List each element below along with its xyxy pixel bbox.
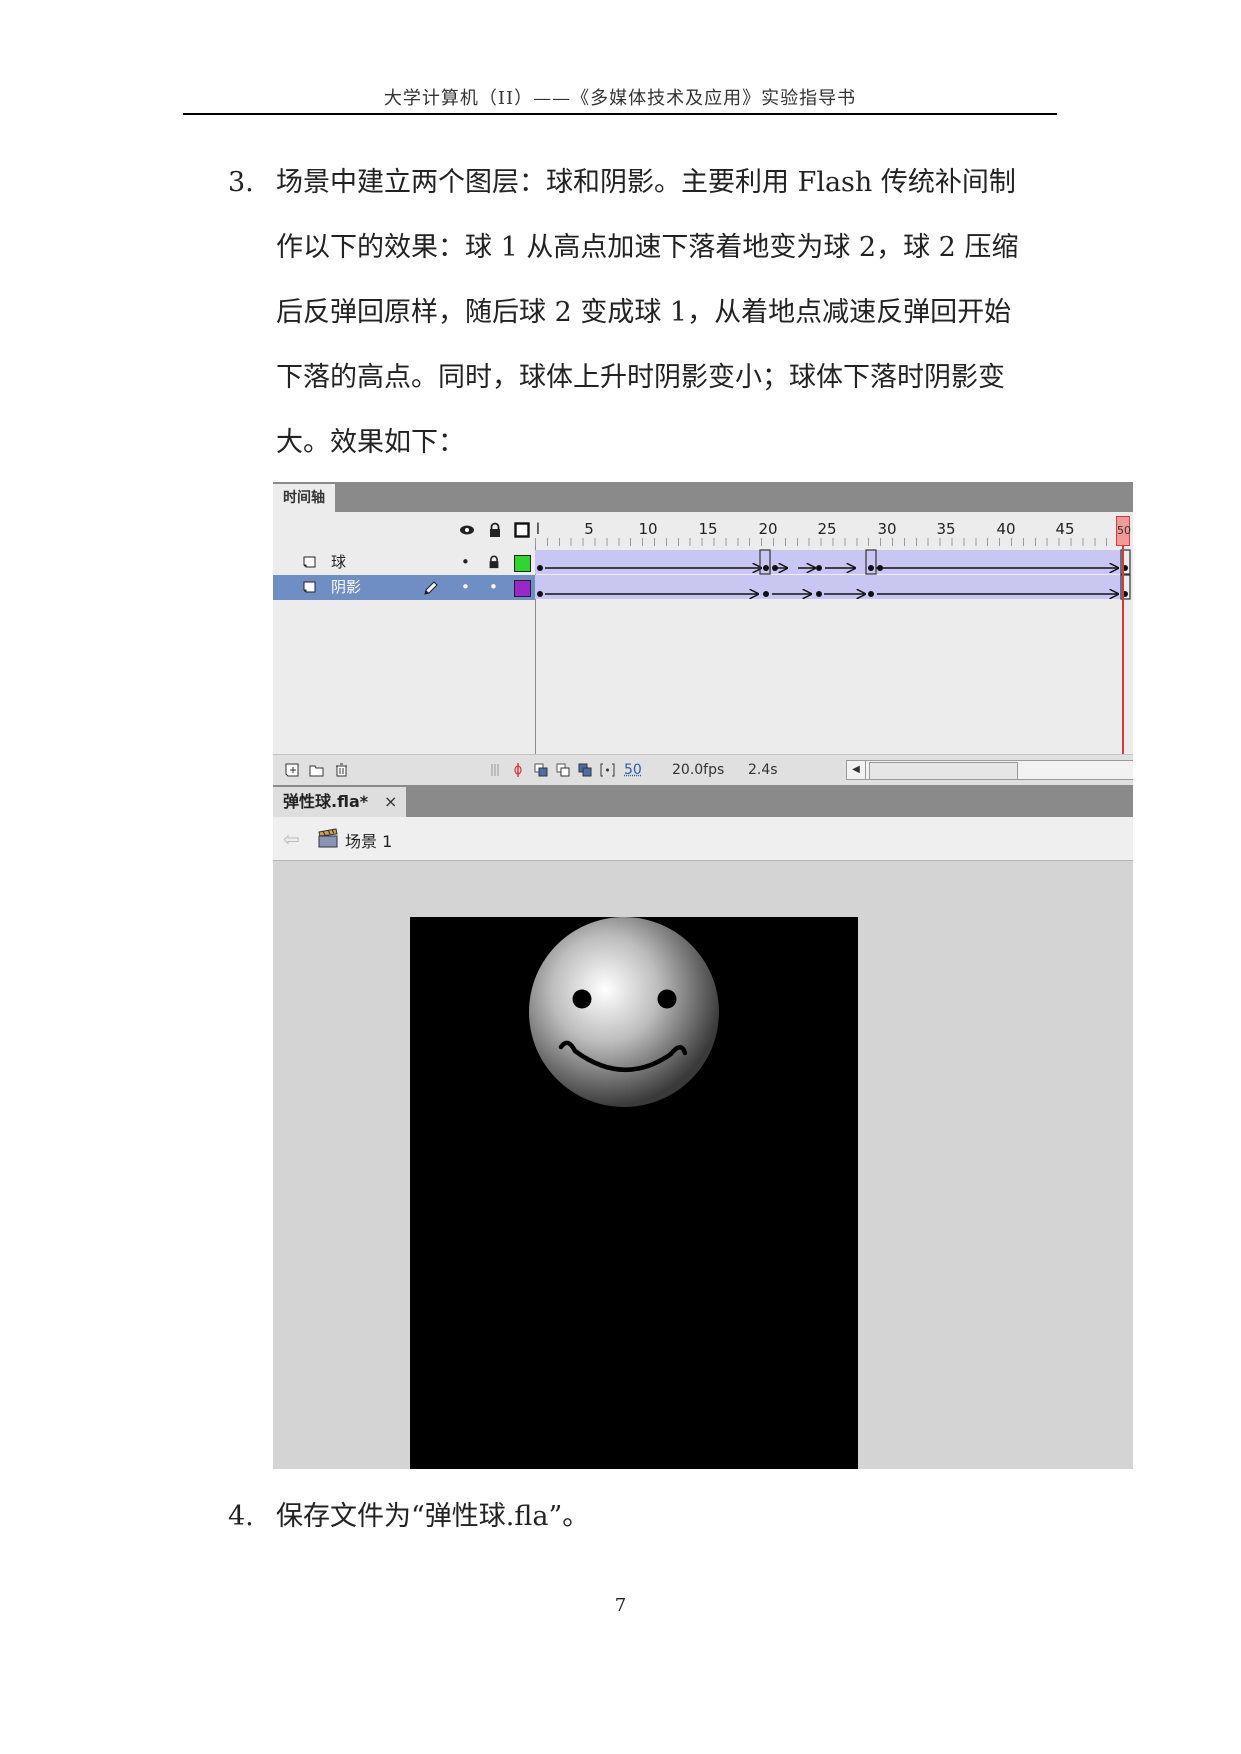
ruler-label: l: [535, 520, 541, 538]
smiley-ball[interactable]: [410, 917, 858, 1469]
frame-tweens: [535, 549, 1131, 600]
playhead-handle[interactable]: 50: [1116, 516, 1131, 546]
layer-color-swatch[interactable]: [514, 580, 531, 597]
item-text: 场景中建立两个图层：球和阴影。主要利用 Flash 传统补间制 作以下的效果：球…: [276, 150, 1056, 475]
text-line: 大。效果如下：: [276, 427, 465, 458]
back-arrow-icon[interactable]: ⇦: [283, 827, 300, 851]
scroll-left-arrow-icon[interactable]: ◀: [847, 761, 866, 779]
ruler-label: 20: [758, 520, 778, 538]
keyframe: [877, 565, 883, 571]
elapsed-time-readout[interactable]: 2.4s: [748, 762, 778, 778]
layer-row-ball[interactable]: 球 •: [273, 550, 535, 575]
tween-span: [535, 550, 1123, 574]
layer-row-shadow[interactable]: 阴影 • •: [273, 575, 535, 600]
keyframe: [772, 565, 778, 571]
tween-span: [535, 575, 1123, 599]
ball-body: [529, 917, 719, 1107]
item-text: 保存文件为“弹性球.fla”。: [276, 1484, 1056, 1549]
onion-skin-outlines-icon[interactable]: [556, 763, 571, 777]
lock-icon[interactable]: [487, 522, 503, 538]
keyframe: [816, 591, 822, 597]
keyframe: [763, 591, 769, 597]
fps-unit: fps: [703, 762, 725, 778]
timeline-footer: 50 20.0fps 2.4s ◀: [273, 754, 1133, 786]
ruler-label: 15: [698, 520, 718, 538]
scroll-thumb[interactable]: [869, 762, 1018, 780]
pencil-icon: [424, 581, 438, 595]
timeline-scrollbar[interactable]: ◀: [846, 760, 1133, 780]
lock-dot[interactable]: •: [489, 575, 498, 600]
new-folder-icon[interactable]: [309, 763, 324, 777]
eye-icon[interactable]: [459, 522, 475, 538]
visibility-dot[interactable]: •: [461, 550, 470, 575]
close-icon[interactable]: ×: [384, 787, 397, 817]
keyframe: [763, 565, 769, 571]
current-frame-readout[interactable]: 50: [624, 762, 642, 778]
text-line: 场景中建立两个图层：球和阴影。主要利用 Flash 传统补间制: [276, 167, 1016, 198]
ruler-label: 45: [1055, 520, 1075, 538]
frame-ruler[interactable]: [535, 538, 1115, 546]
stage[interactable]: [410, 917, 858, 1469]
new-layer-icon[interactable]: [285, 763, 300, 777]
ruler-label: 5: [584, 520, 594, 538]
frame-rate-readout[interactable]: 20.0fps: [672, 762, 724, 778]
text-line: 作以下的效果：球 1 从高点加速下落着地变为球 2，球 2 压缩: [276, 232, 1019, 263]
document-tab-label: 弹性球.fla*: [283, 792, 369, 811]
keyframe: [816, 565, 822, 571]
stage-area: [273, 861, 1133, 1469]
panel-resize-grip-icon[interactable]: [490, 763, 500, 777]
lock-icon[interactable]: [487, 555, 501, 569]
modify-onion-markers-icon[interactable]: [600, 763, 615, 777]
header-rule: [183, 113, 1057, 115]
trash-icon[interactable]: [334, 763, 349, 777]
elapsed-unit: s: [770, 762, 778, 778]
keyframe: [868, 591, 874, 597]
timeline-panel: 时间轴 l 5 10 15 20 25 30 35 40 45 50 球 • 阴…: [273, 482, 1133, 786]
left-eye: [572, 989, 592, 1009]
onion-skin-icon[interactable]: [534, 763, 549, 777]
layer-icon: [303, 581, 316, 593]
document-tab[interactable]: 弹性球.fla* ×: [273, 787, 406, 817]
fps-value[interactable]: 20.0: [672, 762, 703, 778]
layer-color-swatch[interactable]: [514, 555, 531, 572]
text-line: 保存文件为“弹性球.fla”。: [276, 1501, 590, 1532]
keyframe: [537, 591, 543, 597]
keyframe: [868, 565, 874, 571]
ruler-label: 25: [817, 520, 837, 538]
keyframe: [537, 565, 543, 571]
breadcrumb: ⇦ 场景 1: [273, 817, 1133, 861]
page-header: 大学计算机（II）——《多媒体技术及应用》实验指导书: [383, 88, 857, 109]
scene-clapper-icon: [318, 828, 338, 848]
text-line: 后反弹回原样，随后球 2 变成球 1，从着地点减速反弹回开始: [276, 297, 1012, 328]
scene-label[interactable]: 场景 1: [345, 828, 392, 852]
flash-screenshot: 时间轴 l 5 10 15 20 25 30 35 40 45 50 球 • 阴…: [273, 482, 1133, 1469]
ruler-label: 30: [877, 520, 897, 538]
layer-name: 阴影: [331, 578, 362, 596]
page-number: 7: [614, 1595, 627, 1616]
layer-name: 球: [331, 553, 347, 571]
playhead-line: [1122, 546, 1124, 754]
visibility-dot[interactable]: •: [461, 575, 470, 600]
document-tabbar: 弹性球.fla* ×: [273, 785, 1133, 817]
timeline-tabbar: 时间轴: [273, 482, 1133, 512]
layer-list: 球 • 阴影 • •: [273, 546, 535, 754]
center-frame-icon[interactable]: [513, 763, 523, 777]
ruler-label: 10: [638, 520, 658, 538]
item-number: 4.: [228, 1501, 254, 1532]
outline-icon[interactable]: [514, 522, 530, 538]
layer-icon: [303, 556, 316, 568]
edit-multiple-frames-icon[interactable]: [578, 763, 593, 777]
right-eye: [657, 989, 677, 1009]
item-number: 3.: [228, 167, 254, 198]
tab-timeline[interactable]: 时间轴: [273, 484, 335, 512]
ruler-label: 40: [996, 520, 1016, 538]
text-line: 下落的高点。同时，球体上升时阴影变小；球体下落时阴影变: [276, 362, 1005, 393]
elapsed-value[interactable]: 2.4: [748, 762, 770, 778]
ruler-label: 35: [936, 520, 956, 538]
